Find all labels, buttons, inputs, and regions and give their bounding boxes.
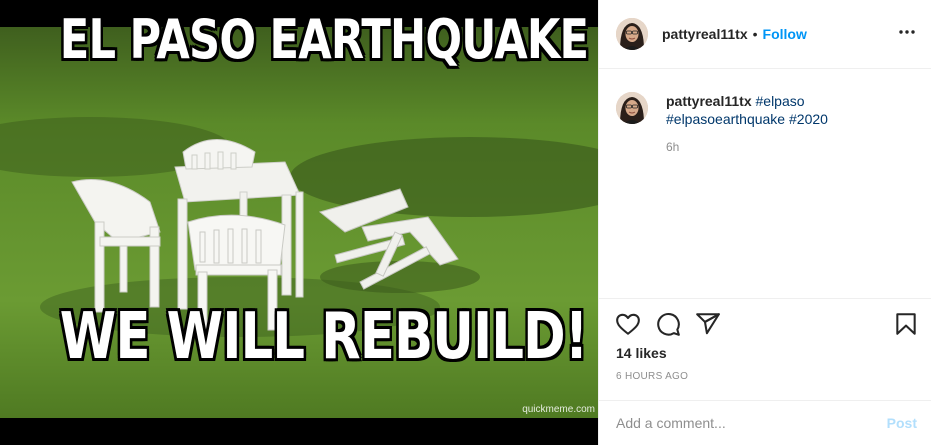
- more-horizontal-icon[interactable]: [897, 22, 917, 42]
- post-sidebar: pattyreal11tx • Follow pattyreal11tx #el…: [598, 0, 931, 445]
- post-timestamp[interactable]: 6 HOURS AGO: [616, 371, 688, 382]
- follow-button[interactable]: Follow: [763, 26, 807, 42]
- meme-top-caption: EL PASO EARTHQUAKE: [59, 8, 589, 71]
- post-comment-button[interactable]: Post: [887, 415, 917, 431]
- meme-bottom-caption: WE WILL REBUILD!: [59, 300, 588, 374]
- separator-dot: •: [752, 26, 758, 42]
- hashtag-link[interactable]: #2020: [789, 111, 828, 127]
- comment-input[interactable]: [616, 415, 887, 431]
- post-actions: 14 likes 6 HOURS AGO: [599, 298, 931, 402]
- post-media[interactable]: EL PASO EARTHQUAKE WE WILL REBUILD! quic…: [0, 0, 598, 445]
- post-header: pattyreal11tx • Follow: [599, 0, 931, 69]
- caption-username[interactable]: pattyreal11tx: [666, 93, 752, 109]
- bookmark-icon[interactable]: [893, 311, 919, 337]
- comment-icon[interactable]: [655, 311, 681, 337]
- caption-avatar[interactable]: [616, 92, 648, 124]
- comments-section: pattyreal11tx #elpaso #elpasoearthquake …: [599, 70, 931, 298]
- hashtag-link[interactable]: #elpaso: [756, 93, 805, 109]
- caption-text: pattyreal11tx #elpaso #elpasoearthquake …: [666, 92, 896, 156]
- caption-timestamp[interactable]: 6h: [666, 138, 896, 156]
- hashtag-link[interactable]: #elpasoearthquake: [666, 111, 785, 127]
- image-watermark: quickmeme.com: [522, 404, 595, 415]
- comment-box: Post: [599, 400, 931, 445]
- caption-row: pattyreal11tx #elpaso #elpasoearthquake …: [616, 92, 914, 156]
- likes-count[interactable]: 14 likes: [616, 345, 667, 361]
- share-icon[interactable]: [695, 311, 721, 337]
- heart-icon[interactable]: [615, 311, 641, 337]
- author-avatar[interactable]: [616, 18, 648, 50]
- author-username[interactable]: pattyreal11tx: [662, 26, 748, 42]
